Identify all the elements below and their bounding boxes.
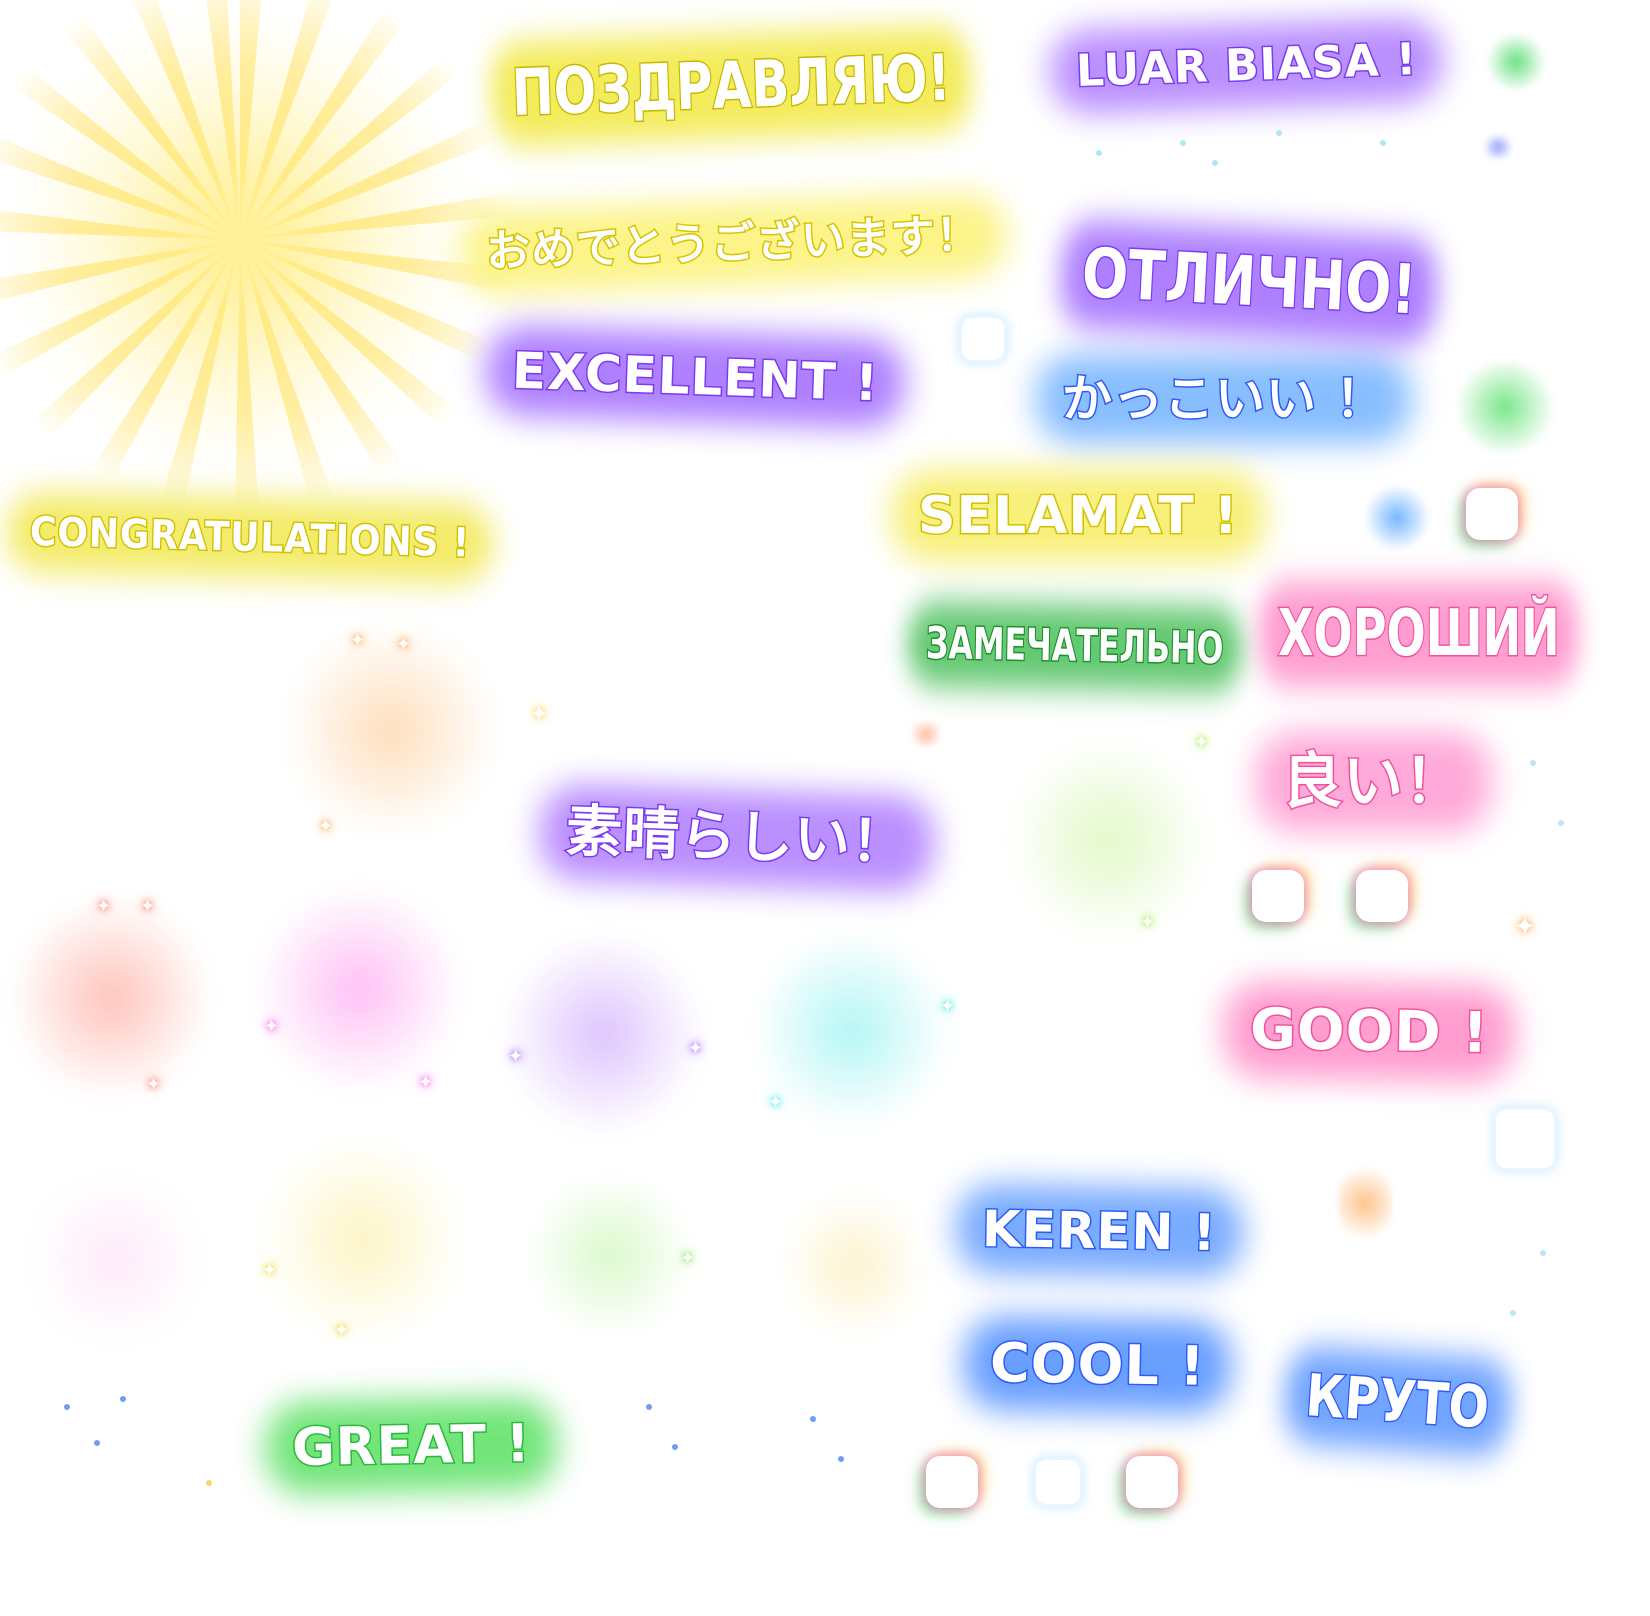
sparkle-icon: ✦	[418, 1072, 434, 1093]
sparkle-icon: ✦	[140, 896, 156, 917]
word-great: GREAT !	[290, 1412, 533, 1479]
word-kruto: КРУТО	[1302, 1360, 1492, 1443]
sparkle-icon: ✦	[940, 996, 956, 1017]
sparkle-icon: ✦	[1140, 912, 1156, 933]
sparkle-icon: ✦	[318, 816, 334, 837]
word-congratulations: CONGRATULATIONS !	[28, 508, 472, 568]
particle-dot	[206, 1480, 212, 1486]
rainbow-frame-icon	[930, 1460, 974, 1504]
sparkle-cluster-green	[520, 1180, 700, 1330]
sparkle-cluster-orange	[286, 620, 496, 840]
sparkle-icon: ✦	[688, 1038, 704, 1059]
particle-dot	[94, 1440, 100, 1446]
ring-icon	[1480, 136, 1516, 158]
sparkle-icon: ✦	[350, 630, 366, 651]
sparkle-cluster-violet	[498, 934, 708, 1134]
particle-dot	[838, 1456, 844, 1462]
word-omedetou: おめでとうございます！	[484, 208, 983, 279]
sparkle-cluster-lime	[1004, 740, 1214, 940]
ring-icon	[906, 722, 946, 746]
sparkle-icon: ✦	[334, 1320, 350, 1341]
sparkle-icon: ✦	[1514, 912, 1536, 942]
particle-dot	[1530, 760, 1536, 766]
word-subarashii: 素晴らしい！	[563, 798, 910, 878]
particle-dot	[120, 1396, 126, 1402]
green-burst-icon	[1450, 362, 1560, 452]
sparkle-icon: ✦	[768, 1092, 784, 1113]
rainbow-frame-icon	[962, 318, 1004, 360]
sparkle-cluster-yellow	[252, 1140, 472, 1340]
word-cool: COOL !	[988, 1330, 1207, 1400]
sparkle-icon: ✦	[396, 634, 412, 655]
rainbow-frame-icon	[1470, 492, 1514, 536]
word-kakkoii: かっこいい ！	[1060, 370, 1387, 428]
rainbow-frame-icon	[1360, 874, 1404, 918]
green-burst-icon	[1486, 32, 1546, 92]
rainbow-frame-icon	[1496, 1110, 1554, 1168]
particle-dot	[64, 1404, 70, 1410]
word-zamechatelno: ЗАМЕЧАТЕЛЬНО	[924, 617, 1225, 676]
particle-dot	[810, 1416, 816, 1422]
particle-dot	[672, 1444, 678, 1450]
word-excellent: EXCELLENT !	[510, 340, 882, 414]
sparkle-icon: ✦	[264, 1016, 280, 1037]
sparkle-cluster-magenta	[254, 884, 464, 1094]
blue-burst-icon	[1362, 486, 1432, 550]
sparkle-icon: ✦	[262, 1260, 278, 1281]
sparkle-icon: ✦	[146, 1074, 162, 1095]
sparkle-icon: ✦	[680, 1248, 696, 1269]
particle-dot	[1380, 140, 1386, 146]
sparkle-icon: ✦	[530, 702, 549, 727]
particle-dot	[1212, 160, 1218, 166]
sparkle-cluster-gold	[780, 1190, 930, 1340]
rainbow-frame-icon	[1256, 874, 1300, 918]
rainbow-frame-icon	[1130, 1460, 1174, 1504]
word-good: GOOD !	[1248, 995, 1491, 1067]
sparkle-icon: ✦	[1194, 732, 1210, 753]
particle-dot	[1540, 1250, 1546, 1256]
word-selamat: SELAMAT !	[917, 486, 1240, 546]
sunburst-icon	[0, 0, 520, 520]
word-otlichno: ОТЛИЧНО!	[1079, 233, 1420, 332]
particle-dot	[1510, 1310, 1516, 1316]
particle-dot	[646, 1404, 652, 1410]
word-keren: KEREN !	[980, 1198, 1219, 1263]
orange-burst-icon	[1338, 1158, 1392, 1248]
sparkle-icon: ✦	[508, 1046, 524, 1067]
particle-dot	[1180, 140, 1186, 146]
particle-dot	[1558, 820, 1564, 826]
particle-dot	[1096, 150, 1102, 156]
particle-dot	[1276, 130, 1282, 136]
sparkle-cluster-red	[16, 888, 206, 1108]
word-luar-biasa: LUAR BIASA !	[1074, 33, 1420, 99]
rainbow-frame-icon	[1036, 1460, 1080, 1504]
sparkle-cluster-pink-soft	[20, 1180, 210, 1340]
sparkle-icon: ✦	[96, 896, 112, 917]
word-khoroshiy: ХОРОШИЙ	[1277, 597, 1561, 671]
word-yoi: 良い！	[1281, 747, 1466, 817]
word-pozdravlyayu: ПОЗДРАВЛЯЮ!	[509, 40, 953, 132]
